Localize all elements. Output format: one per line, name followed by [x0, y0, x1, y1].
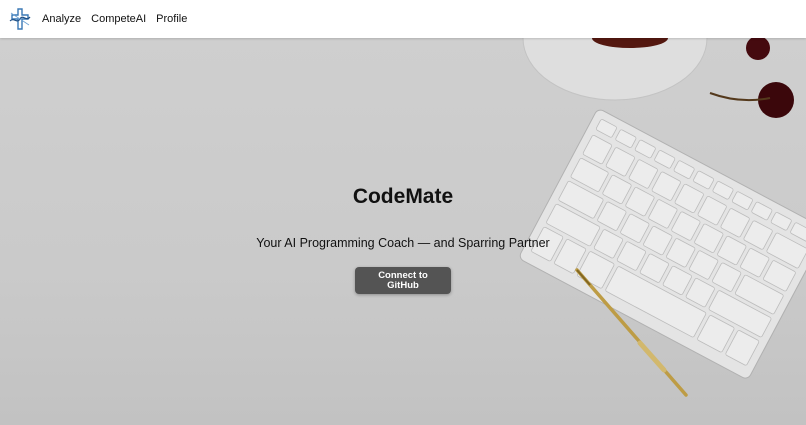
medical-cross-logo-icon[interactable]: [8, 7, 32, 31]
nav-link-analyze[interactable]: Analyze: [42, 13, 81, 25]
nav-link-profile[interactable]: Profile: [156, 13, 187, 25]
hero-content: CodeMate Your AI Programming Coach — and…: [0, 38, 806, 425]
top-navbar: Analyze CompeteAI Profile: [0, 0, 806, 38]
hero-section: CodeMate Your AI Programming Coach — and…: [0, 38, 806, 425]
hero-title: CodeMate: [352, 185, 454, 208]
connect-github-button[interactable]: Connect to GitHub: [355, 267, 451, 294]
hero-tagline: Your AI Programming Coach — and Sparring…: [256, 236, 550, 250]
nav-link-competeai[interactable]: CompeteAI: [91, 13, 146, 25]
